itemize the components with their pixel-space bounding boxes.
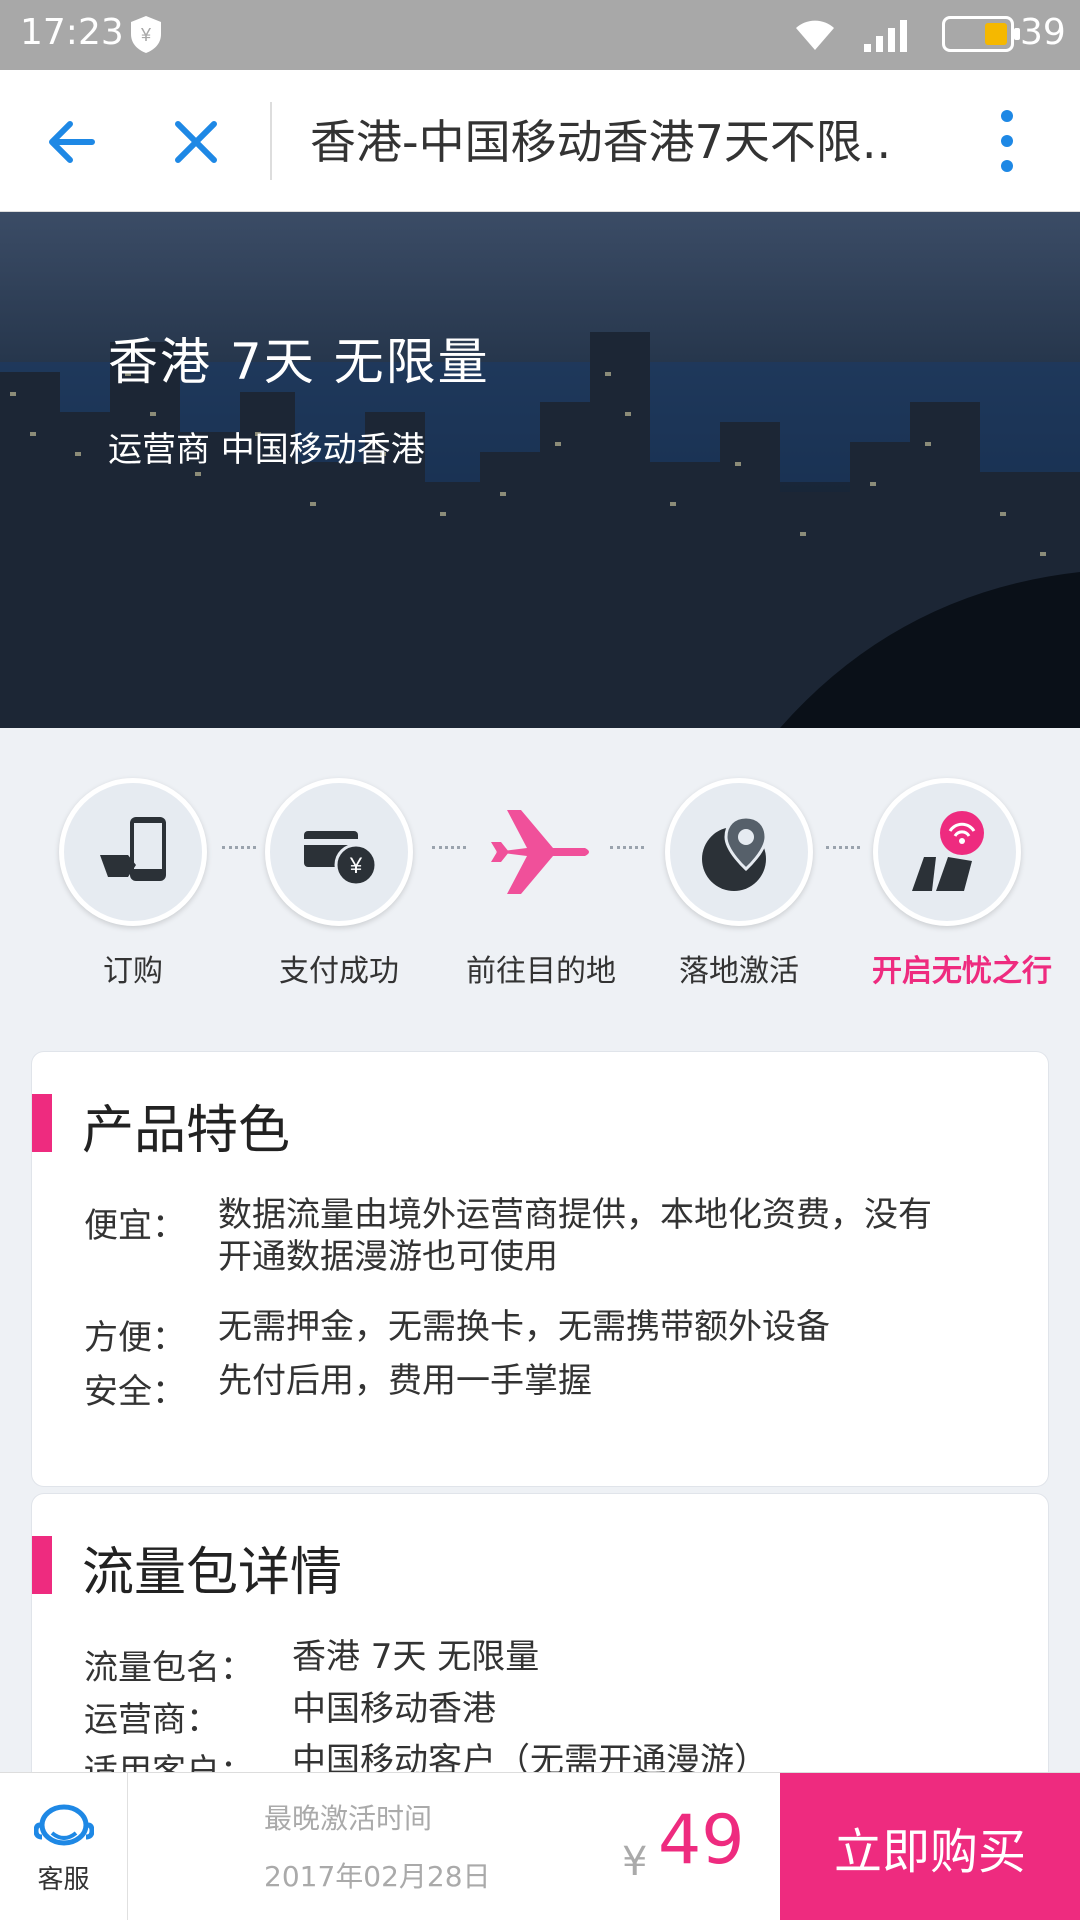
signal-icon: [864, 20, 907, 52]
battery-level: 39: [1020, 12, 1066, 53]
bottom-bar: 客服 最晚激活时间 2017年02月28日 ¥ 49 立即购买: [0, 1772, 1080, 1920]
step-activate: 落地激活: [664, 778, 814, 990]
step-connector: [826, 846, 860, 850]
nav-divider: [270, 102, 272, 180]
feature-value: 先付后用，费用一手掌握: [218, 1361, 592, 1401]
step-connector: [610, 846, 644, 850]
package-value: 香港 7天 无限量: [292, 1637, 540, 1677]
buy-now-button[interactable]: 立即购买: [780, 1773, 1080, 1920]
more-menu-icon[interactable]: [992, 106, 1022, 176]
hero-title: 香港 7天 无限量: [108, 333, 490, 391]
shield-icon: ¥: [131, 16, 161, 53]
hero-subtitle: 运营商 中国移动香港: [108, 430, 425, 470]
feature-key: 方便：: [84, 1318, 186, 1358]
svg-text:¥: ¥: [349, 853, 363, 878]
feature-value: 无需押金，无需换卡，无需携带额外设备: [218, 1307, 830, 1347]
phone-order-icon: [100, 817, 166, 881]
back-arrow-icon[interactable]: [40, 110, 104, 174]
page-title: 香港-中国移动香港7天不限..: [310, 115, 892, 169]
steps-flow: 订购 ¥ 支付成功 前往目的地 落地激活 开启无忧之行: [0, 728, 1080, 1028]
step-connector: [222, 846, 256, 850]
feature-key: 便宜：: [84, 1206, 186, 1246]
location-pin-icon: [702, 815, 768, 891]
section-accent-bar: [32, 1094, 52, 1152]
feature-value-cont: 开通数据漫游也可使用: [218, 1237, 558, 1277]
customer-service-button[interactable]: 客服: [0, 1773, 128, 1920]
package-details-card: 流量包详情 流量包名： 香港 7天 无限量 运营商： 中国移动香港 适用客户： …: [32, 1494, 1048, 1794]
step-order: 订购: [58, 778, 208, 990]
hero-banner: 香港 7天 无限量 运营商 中国移动香港: [0, 212, 1080, 728]
service-label: 客服: [37, 1865, 90, 1895]
step-label: 落地激活: [679, 954, 799, 989]
package-key: 运营商：: [84, 1700, 220, 1740]
price-value: 49: [658, 1801, 745, 1880]
airplane-icon: [491, 810, 589, 894]
step-label: 支付成功: [279, 954, 399, 989]
step-payment: ¥ 支付成功: [264, 778, 414, 990]
status-time: 17:23: [20, 12, 124, 53]
section-heading: 产品特色: [82, 1101, 291, 1161]
step-destination: 前往目的地: [466, 778, 616, 990]
package-key: 流量包名：: [84, 1648, 254, 1688]
step-label: 前往目的地: [466, 954, 616, 989]
step-label: 订购: [103, 954, 163, 989]
battery-icon: [942, 16, 1020, 52]
step-enjoy: 开启无忧之行: [872, 778, 1052, 990]
feature-value: 数据流量由境外运营商提供，本地化资费，没有: [218, 1195, 932, 1235]
package-value: 中国移动香港: [292, 1689, 496, 1729]
status-bar: 17:23 ¥ 39: [0, 0, 1080, 70]
payment-icon: ¥: [304, 831, 378, 887]
activation-deadline-label: 最晚激活时间: [264, 1802, 433, 1835]
close-icon[interactable]: [164, 110, 228, 174]
headset-icon: [32, 1804, 95, 1846]
wifi-icon: [796, 20, 834, 50]
features-card: 产品特色 便宜： 数据流量由境外运营商提供，本地化资费，没有 开通数据漫游也可使…: [32, 1052, 1048, 1486]
section-heading: 流量包详情: [82, 1543, 343, 1603]
wifi-travel-icon: [912, 811, 984, 891]
svg-text:¥: ¥: [140, 25, 152, 45]
feature-key: 安全：: [84, 1372, 186, 1412]
section-accent-bar: [32, 1536, 52, 1594]
activation-deadline-date: 2017年02月28日: [264, 1860, 491, 1893]
nav-bar: 香港-中国移动香港7天不限..: [0, 70, 1080, 212]
price-currency: ¥: [622, 1839, 648, 1885]
step-connector: [432, 846, 466, 850]
step-label: 开启无忧之行: [872, 954, 1052, 989]
